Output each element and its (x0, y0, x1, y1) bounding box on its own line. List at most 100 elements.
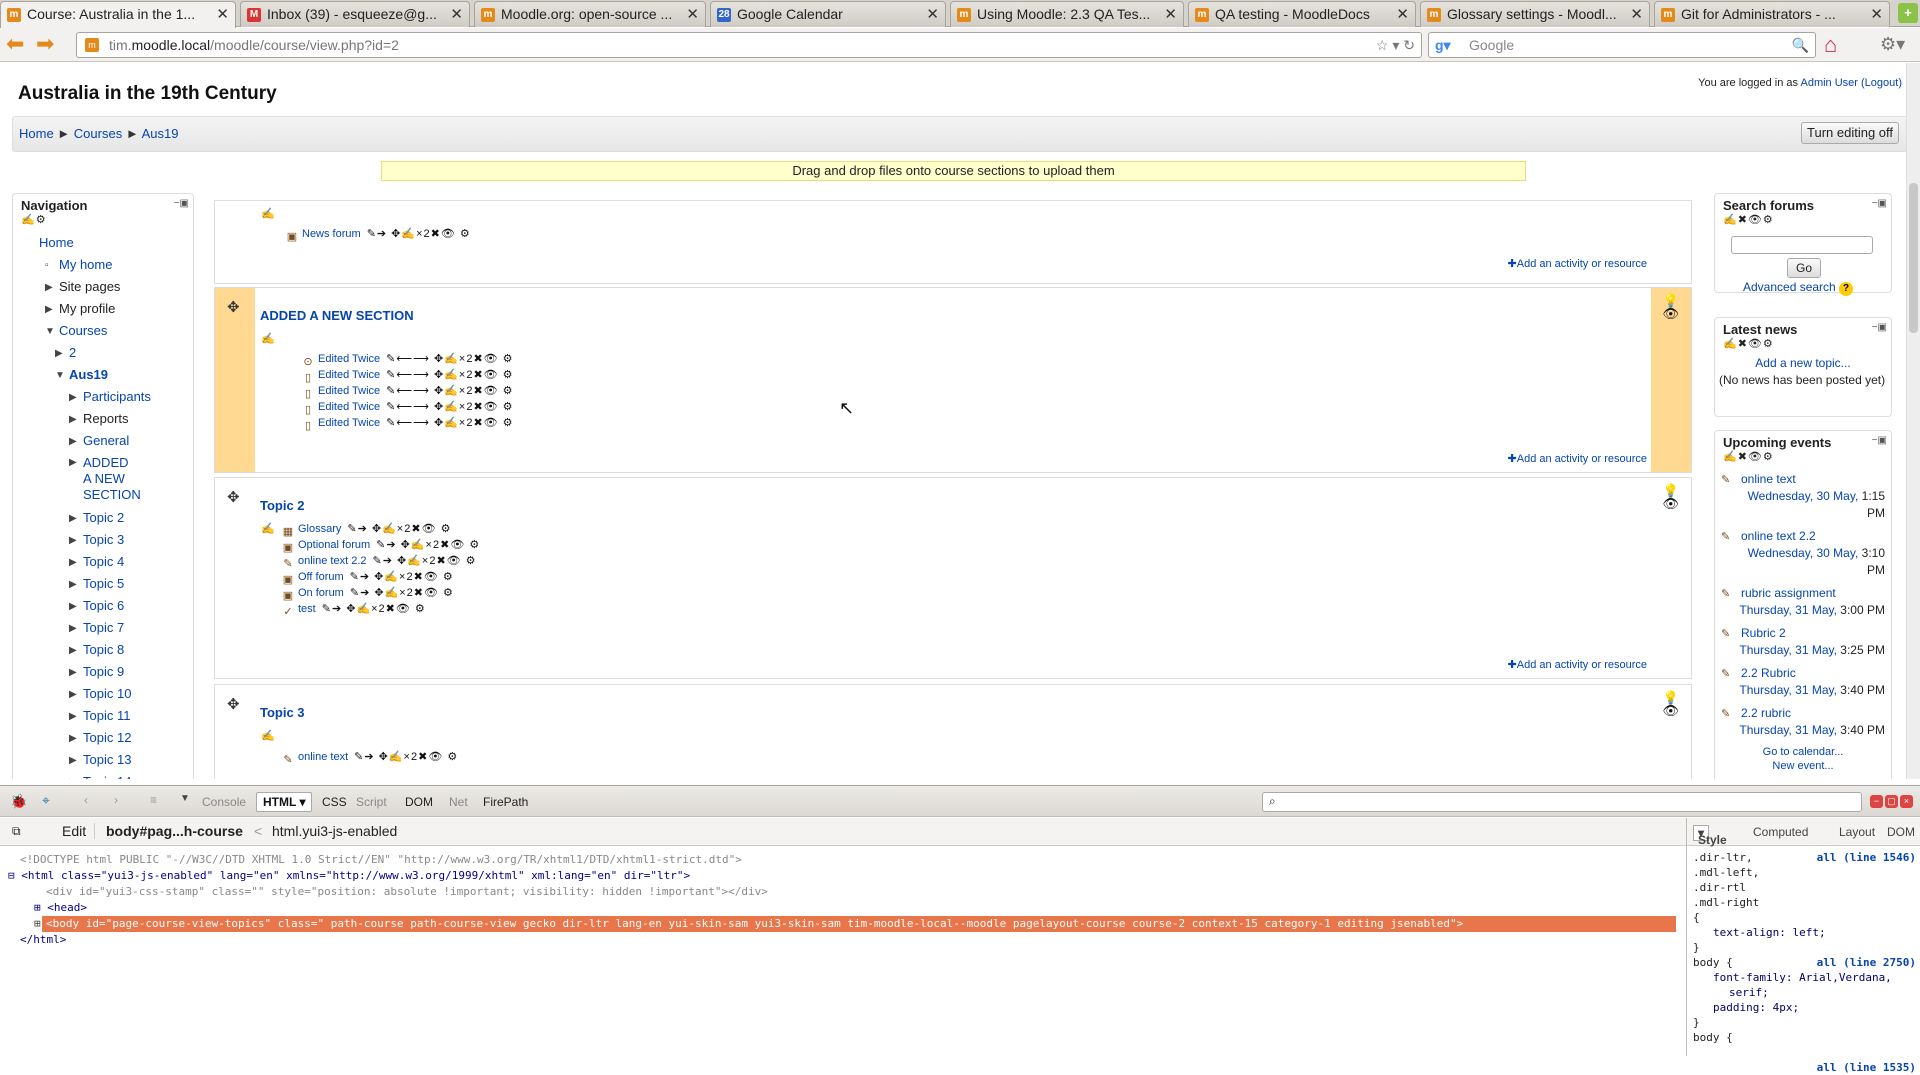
breadcrumb-courses[interactable]: Courses (74, 126, 122, 141)
section-title[interactable]: Topic 2 (260, 498, 305, 513)
pin-icon[interactable]: ⧉ (12, 824, 21, 839)
add-activity-link[interactable]: ✚Add an activity or resource (1508, 452, 1647, 465)
nav-item[interactable]: ▫ My home (17, 254, 187, 276)
new-event-link[interactable]: New event... (1715, 759, 1891, 773)
collapsed-arrow-icon[interactable]: ▶ (69, 596, 77, 618)
activity-name[interactable]: On forum (298, 587, 344, 599)
nav-item[interactable]: ▶ Topic 14 (17, 771, 187, 779)
nav-item[interactable]: ▶ Participants (17, 386, 187, 408)
edit-summary-icon[interactable]: ✍ (261, 729, 275, 742)
tab-dom-side[interactable]: DOM (1887, 825, 1915, 839)
block-collapse-icon[interactable]: −▣ (1872, 198, 1887, 209)
nav-item-label[interactable]: 2 (69, 345, 76, 360)
edit-summary-icon[interactable]: ✍ (261, 522, 275, 535)
page-scrollbar[interactable] (1906, 63, 1920, 779)
go-button[interactable]: Go (1787, 258, 1821, 278)
css-property[interactable]: serif; (1693, 985, 1914, 1000)
go-to-calendar-link[interactable]: Go to calendar... (1715, 745, 1891, 759)
collapsed-arrow-icon[interactable]: ▶ (69, 409, 77, 431)
collapsed-arrow-icon[interactable]: ▶ (45, 277, 53, 299)
nav-item[interactable]: ▶ Topic 12 (17, 727, 187, 749)
selected-body-line[interactable]: <body id="page-course-view-topics" class… (42, 916, 1676, 932)
activity-name[interactable]: Edited Twice (318, 417, 380, 429)
nav-item[interactable]: ▶ Topic 11 (17, 705, 187, 727)
close-tab-icon[interactable]: ✕ (926, 2, 939, 27)
breadcrumb-home[interactable]: Home (19, 126, 54, 141)
firebug-search-input[interactable]: ⌕ (1262, 792, 1862, 812)
event-day[interactable]: Thursday, 31 May, (1739, 723, 1837, 737)
crumb-body[interactable]: body#pag...h-course (106, 823, 243, 839)
close-tab-icon[interactable]: ✕ (1870, 2, 1883, 27)
activity-edit-icons[interactable]: ✎➔ ✥✍×2✖👁 ⚙ (373, 555, 477, 567)
collapsed-arrow-icon[interactable]: ▶ (69, 750, 77, 772)
nav-item-label[interactable]: Topic 11 (83, 708, 130, 723)
add-activity-link[interactable]: ✚Add an activity or resource (1508, 658, 1647, 671)
activity-edit-icons[interactable]: ✎➔ ✥✍×2✖👁 ⚙ (350, 571, 454, 583)
nav-item[interactable]: ▶ Topic 2 (17, 507, 187, 529)
browser-tab[interactable]: m Git for Administrators - ... ✕ (1654, 1, 1890, 27)
activity-name[interactable]: Optional forum (298, 539, 370, 551)
collapsed-arrow-icon[interactable]: ▶ (69, 431, 77, 453)
activity-name[interactable]: online text 2.2 (298, 555, 367, 567)
activity-edit-icons[interactable]: ✎⟵⟶ ✥✍×2✖👁 ⚙ (386, 417, 513, 429)
event-day[interactable]: Thursday, 31 May, (1739, 643, 1837, 657)
activity-edit-icons[interactable]: ✎⟵⟶ ✥✍×2✖👁 ⚙ (386, 385, 513, 397)
add-activity-link[interactable]: ✚Add an activity or resource (1508, 257, 1647, 270)
browser-tab[interactable]: m Glossary settings - Moodl... ✕ (1420, 1, 1650, 27)
block-collapse-icon[interactable]: −▣ (1872, 435, 1887, 446)
url-bar[interactable]: m tim.moodle.local/moodle/course/view.ph… (76, 32, 1422, 58)
help-icon[interactable]: ? (1839, 282, 1854, 296)
move-icon[interactable]: ✥ (227, 695, 240, 713)
nav-item-label[interactable]: Topic 9 (83, 664, 124, 679)
collapsed-arrow-icon[interactable]: ▶ (45, 299, 53, 321)
nav-item-label[interactable]: General (83, 433, 129, 448)
highlight-eye-icons[interactable]: 💡 👁 (1662, 294, 1679, 320)
nav-item-label[interactable]: Participants (83, 389, 151, 404)
nav-item-label[interactable]: Topic 3 (83, 532, 124, 547)
nav-item-label[interactable]: Topic 6 (83, 598, 124, 613)
nav-item-label[interactable]: Home (39, 235, 74, 250)
nav-item-label[interactable]: Topic 10 (83, 686, 131, 701)
css-source-link[interactable]: all (line 1546) (1817, 850, 1916, 865)
block-edit-icons[interactable]: ✍✖👁⚙ (1715, 450, 1891, 463)
search-forums-input[interactable] (1731, 236, 1873, 254)
activity-edit-icons[interactable]: ✎➔ ✥✍×2✖👁 ⚙ (322, 603, 426, 615)
css-property[interactable]: padding: 4px; (1693, 1000, 1914, 1015)
move-icon[interactable]: ✥ (227, 298, 240, 316)
nav-item[interactable]: ▶ ADDED A NEW SECTION (17, 455, 141, 503)
activity-name[interactable]: Glossary (298, 523, 341, 535)
turn-editing-off-button[interactable]: Turn editing off (1801, 122, 1899, 144)
move-icon[interactable]: ✥ (227, 488, 240, 506)
forward-icon[interactable]: › (114, 793, 118, 807)
tab-computed[interactable]: Computed (1753, 825, 1808, 839)
event-name[interactable]: online text 2.2 (1741, 529, 1816, 543)
activity-name[interactable]: Off forum (298, 571, 344, 583)
nav-item-label[interactable]: Site pages (59, 279, 120, 294)
nav-item-label[interactable]: Topic 13 (83, 752, 131, 767)
css-property[interactable]: font-family: Arial,Verdana, (1693, 970, 1914, 985)
search-bar[interactable]: g▾ Google 🔍 (1428, 32, 1816, 58)
browser-tab[interactable]: m QA testing - MoodleDocs ✕ (1188, 1, 1416, 27)
activity-item[interactable]: ▦ Glossary ✎➔ ✥✍×2✖👁 ⚙ (281, 522, 451, 539)
section-title[interactable]: ADDED A NEW SECTION (260, 308, 414, 323)
menu-chevron-icon[interactable]: ▼ (180, 793, 190, 804)
tab-firepath[interactable]: FirePath (483, 795, 528, 809)
activity-item[interactable]: ▯ Edited Twice ✎⟵⟶ ✥✍×2✖👁 ⚙ (301, 416, 514, 433)
collapsed-arrow-icon[interactable]: ▶ (55, 343, 63, 365)
css-source-link[interactable]: all (line 2750) (1817, 955, 1916, 970)
collapsed-arrow-icon[interactable]: ▶ (69, 530, 77, 552)
block-edit-icons[interactable]: ✍✖👁⚙ (1715, 213, 1891, 226)
edit-button[interactable]: Edit (54, 823, 96, 839)
block-edit-icons[interactable]: ✍⚙ (13, 213, 193, 226)
event-day[interactable]: Wednesday, 30 May, (1748, 489, 1859, 503)
browser-tab[interactable]: M Inbox (39) - esqueeze@g... ✕ (240, 1, 470, 27)
back-arrow-icon[interactable]: ⬅ (6, 32, 24, 56)
nav-item-label[interactable]: My profile (59, 301, 115, 316)
nav-item[interactable]: ▶ Reports (17, 408, 187, 430)
activity-edit-icons[interactable]: ✎⟵⟶ ✥✍×2✖👁 ⚙ (386, 369, 513, 381)
edit-summary-icon[interactable]: ✍ (261, 207, 275, 220)
nav-item[interactable]: ▶ Topic 5 (17, 573, 187, 595)
tab-dom[interactable]: DOM (405, 795, 433, 809)
collapsed-arrow-icon[interactable]: ▶ (69, 728, 77, 750)
highlight-eye-icons[interactable]: 💡 👁 (1662, 691, 1679, 717)
